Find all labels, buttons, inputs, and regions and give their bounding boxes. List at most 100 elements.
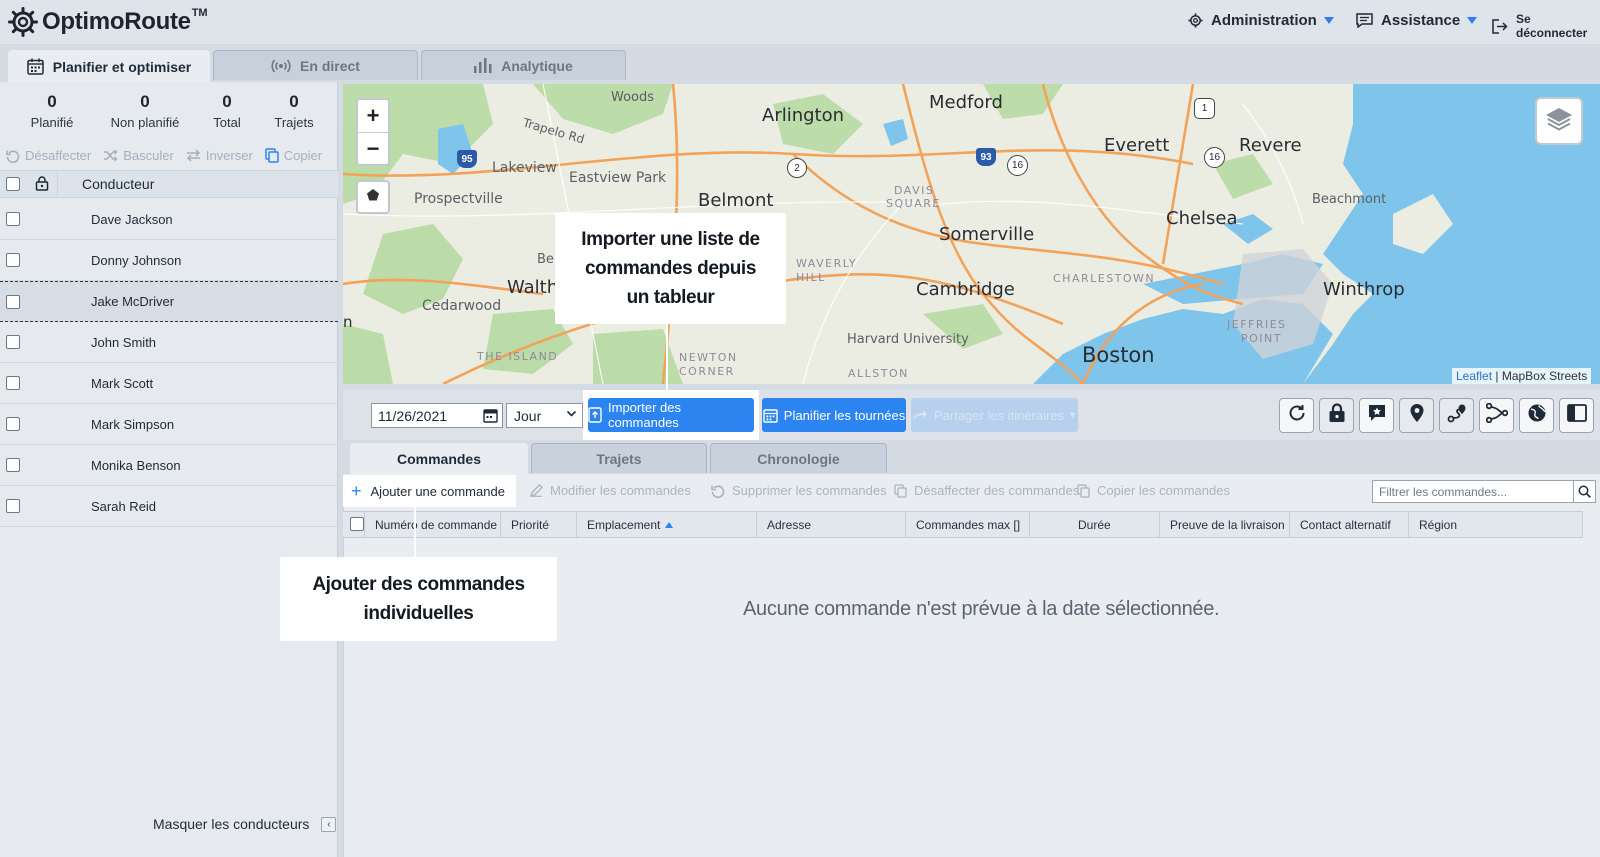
zoom-in-button[interactable]: + [358,100,388,132]
leaflet-link[interactable]: Leaflet [1456,369,1492,383]
unassign-drivers-button[interactable]: Désaffecter [6,148,91,163]
plus-icon: + [351,481,362,501]
administration-menu[interactable]: Administration [1188,12,1334,29]
map-label: WAVERLY [796,257,858,270]
edit-orders-button[interactable]: Modifier les commandes [530,483,691,498]
tab-analytics[interactable]: Analytique [421,50,626,80]
callout-import-text: Importer une liste de commandes depuis u… [581,229,760,308]
toggle-panel-button[interactable] [1559,398,1594,433]
driver-checkbox[interactable] [6,253,20,267]
driver-row[interactable]: Dave Jackson [0,199,338,240]
map-label: THE ISLAND [477,350,559,363]
select-all-orders-checkbox[interactable] [350,517,364,531]
driver-row[interactable]: Jake McDriver [0,281,338,322]
chevron-left-icon[interactable]: ‹ [321,816,337,832]
select-all-drivers-checkbox[interactable] [6,177,20,191]
copy-drivers-button[interactable]: Copier [265,148,322,163]
filter-orders-input[interactable]: Filtrer les commandes... [1372,480,1596,503]
callout-add: Ajouter des commandes individuelles [280,557,557,641]
route-paths-button[interactable] [1479,398,1514,433]
chat-icon [1356,13,1373,28]
upload-icon [588,407,602,423]
column-header-alternate-contact[interactable]: Contact alternatif [1289,512,1408,537]
date-picker[interactable]: 11/26/2021 [371,403,503,428]
driver-checkbox[interactable] [6,335,20,349]
driver-checkbox[interactable] [6,376,20,390]
empty-orders-message: Aucune commande n'est prévue à la date s… [743,598,1220,620]
hide-drivers-toggle[interactable]: Masquer les conducteurs ‹ [153,816,337,832]
toggle-drivers-button[interactable]: Basculer [103,148,174,163]
logout-link[interactable]: Se déconnecter [1492,12,1600,40]
column-header-priority[interactable]: Priorité [500,512,576,537]
app-logo[interactable]: OptimoRoute TM [8,6,208,38]
tab-orders[interactable]: Commandes [350,443,528,474]
globe-button[interactable] [1519,398,1554,433]
logout-label: Se déconnecter [1516,12,1588,40]
orders-table-header: Numéro de commande Priorité Emplacement … [343,511,1583,538]
column-label: Contact alternatif [1300,517,1391,532]
delete-orders-button[interactable]: Supprimer les commandes [711,483,887,498]
driver-row[interactable]: Mark Simpson [0,404,338,445]
unassign-orders-button[interactable]: Désaffecter des commandes [894,483,1079,498]
tab-plan-optimize[interactable]: Planifier et optimiser [8,50,210,82]
map-pin-icon [1409,403,1425,428]
stat-label: Non planifié [110,115,180,130]
driver-checkbox[interactable] [6,294,20,309]
search-icon[interactable] [1573,481,1595,502]
copy-orders-button[interactable]: Copier les commandes [1077,483,1230,498]
highway-shield: 93 [976,148,996,166]
map-label: Revere [1239,135,1302,156]
driver-checkbox[interactable] [6,417,20,431]
column-header-order-number[interactable]: Numéro de commande [364,512,500,537]
driver-checkbox[interactable] [6,458,20,472]
tab-timeline[interactable]: Chronologie [710,443,887,473]
zoom-out-button[interactable]: − [358,132,388,164]
column-header-max-orders[interactable]: Commandes max [] [905,512,1029,537]
tab-label: Trajets [596,450,642,467]
tab-label: En direct [300,57,360,74]
map-label: Boston [1082,343,1155,367]
column-header-address[interactable]: Adresse [756,512,905,537]
copy-orders-label: Copier les commandes [1097,483,1230,498]
driver-row[interactable]: Donny Johnson [0,240,338,281]
draw-polygon-button[interactable] [356,180,390,214]
column-header-duration[interactable]: Durée [1029,512,1159,537]
plan-routes-button[interactable]: Planifier les tournées [762,398,906,432]
lock-routes-button[interactable] [1319,398,1354,433]
import-orders-button[interactable]: Importer des commandes [588,398,754,432]
driver-checkbox[interactable] [6,212,20,226]
calendar-icon[interactable] [483,408,498,426]
column-header-region[interactable]: Région [1408,512,1583,537]
driver-row[interactable]: Mark Scott [0,363,338,404]
share-routes-button[interactable]: Partager les itinéraires ▼ [911,398,1078,432]
add-order-button[interactable]: + Ajouter une commande [343,475,516,507]
hide-drivers-label: Masquer les conducteurs [153,816,310,832]
stat-label: Trajets [274,115,314,130]
tab-routes[interactable]: Trajets [531,443,707,473]
route-shield: 16 [1204,147,1225,168]
top-bar: OptimoRoute TM Administration Assistance… [0,0,1600,44]
map-layers-button[interactable] [1535,97,1583,145]
driver-checkbox[interactable] [6,499,20,513]
map-label: n [343,313,353,331]
driver-row[interactable]: Sarah Reid [0,486,338,527]
tab-live[interactable]: En direct [213,50,418,80]
show-locations-button[interactable] [1399,398,1434,433]
driver-row[interactable]: Monika Benson [0,445,338,486]
messages-button[interactable] [1359,398,1394,433]
show-routes-button[interactable] [1439,398,1474,433]
import-orders-label: Importer des commandes [608,400,681,430]
column-header-proof-of-delivery[interactable]: Preuve de la livraison [1159,512,1289,537]
driver-row[interactable]: John Smith [0,322,338,363]
invert-drivers-button[interactable]: Inverser [186,148,253,163]
period-select[interactable]: Jour [506,403,583,428]
lock-icon[interactable] [35,176,49,194]
map-label: CHARLESTOWN [1053,272,1156,285]
map-label: Arlington [762,105,845,126]
refresh-button[interactable] [1279,398,1314,433]
column-header-location[interactable]: Emplacement [576,512,756,537]
chevron-down-icon: ▼ [1068,410,1077,420]
stat-value: 0 [289,92,299,111]
map-label: DAVIS [894,184,935,197]
assistance-menu[interactable]: Assistance [1356,12,1478,29]
